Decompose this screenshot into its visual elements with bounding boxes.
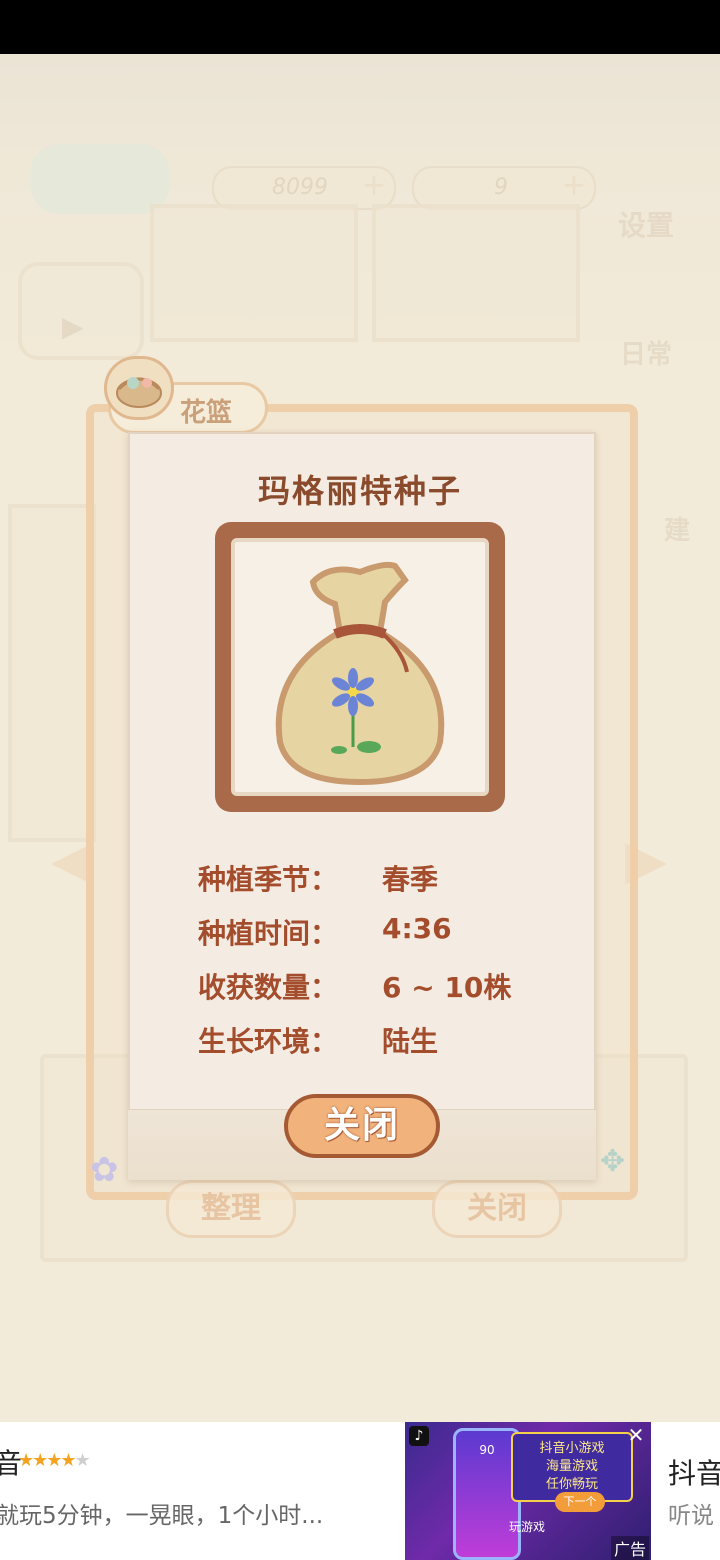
ad-image-text: 海量游戏 bbox=[545, 1459, 598, 1474]
seed-title: 玛格丽特种子 bbox=[257, 472, 462, 510]
seed-bag-icon bbox=[275, 561, 445, 786]
rating-stars: ★★★★★ bbox=[18, 1450, 91, 1471]
star-empty-icon: ★ bbox=[74, 1450, 91, 1471]
phone-score: 90 bbox=[479, 1443, 495, 1457]
info-label: 收获数量： bbox=[198, 971, 339, 1004]
info-value: 4:36 bbox=[382, 912, 452, 945]
basket-icon bbox=[104, 356, 174, 420]
dragonfly-icon: ✥ bbox=[600, 1144, 626, 1179]
ad-image-text: 抖音小游戏 bbox=[539, 1441, 605, 1456]
item-image-frame bbox=[215, 522, 505, 812]
ad-description-2: 听说 bbox=[668, 1503, 714, 1529]
seed-bag-image bbox=[231, 538, 489, 796]
ad-description: 就玩5分钟，一晃眼，1个小时... bbox=[0, 1503, 324, 1529]
info-label: 种植季节： bbox=[198, 863, 339, 896]
ad-tag: 广告 bbox=[610, 1536, 649, 1560]
ad-next-button[interactable]: 下一个 bbox=[555, 1492, 605, 1512]
ad-close-icon[interactable]: ✕ bbox=[625, 1424, 647, 1446]
basket-tab-label: 花篮 bbox=[180, 398, 233, 428]
basket-close-button[interactable]: 关闭 bbox=[432, 1180, 562, 1238]
info-row-environment: 生长环境： 陆生 bbox=[198, 1020, 438, 1060]
star-icon: ★★★★ bbox=[18, 1450, 77, 1471]
close-button[interactable]: 关闭 bbox=[284, 1094, 440, 1158]
info-row-yield: 收获数量： 6 ~ 10株 bbox=[198, 966, 511, 1006]
ad-banner[interactable]: 音 ★★★★★ 就玩5分钟，一晃眼，1个小时... ♪ 90 抖音小游戏 海量游… bbox=[0, 1422, 720, 1560]
info-row-season: 种植季节： 春季 bbox=[198, 858, 438, 898]
info-value: 春季 bbox=[382, 863, 439, 896]
butterfly-icon: ✿ bbox=[90, 1150, 119, 1190]
info-label: 生长环境： bbox=[198, 1025, 339, 1058]
info-row-time: 种植时间： 4:36 bbox=[198, 912, 452, 952]
ad-play-text: 玩游戏 bbox=[509, 1520, 546, 1534]
info-value: 陆生 bbox=[382, 1025, 439, 1058]
ad-image[interactable]: ♪ 90 抖音小游戏 海量游戏 任你畅玩 下一个 玩游戏 ✕ 广告 bbox=[405, 1422, 651, 1560]
sort-button[interactable]: 整理 bbox=[166, 1180, 296, 1238]
info-label: 种植时间： bbox=[198, 917, 339, 950]
ad-title-2: 抖音 bbox=[668, 1457, 720, 1490]
status-bar bbox=[0, 0, 720, 54]
tiktok-icon: ♪ bbox=[409, 1426, 429, 1446]
info-value: 6 ~ 10株 bbox=[382, 971, 512, 1004]
